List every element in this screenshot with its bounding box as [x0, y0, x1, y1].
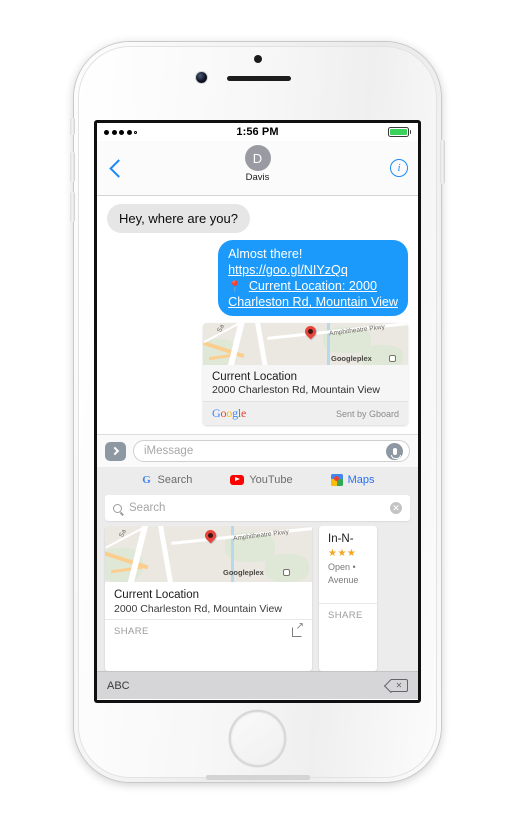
status-bar-clock: 1:56 PM [236, 126, 279, 138]
contact-name: Davis [245, 172, 270, 183]
gboard-panel: G Search YouTube Maps Search ✕ Sa Amphit… [97, 467, 418, 699]
gboard-tab-bar: G Search YouTube Maps [97, 467, 418, 492]
result-card-body-side: In-N- ★★★ Open • Avenue [319, 526, 377, 589]
app-drawer-button[interactable] [105, 441, 126, 461]
tab-youtube-label: YouTube [249, 473, 293, 486]
result-card-body: Current Location 2000 Charleston Rd, Mou… [105, 582, 312, 619]
silent-switch[interactable] [70, 118, 75, 135]
search-input[interactable]: Search ✕ [105, 495, 410, 521]
tab-search[interactable]: G Search [141, 473, 193, 486]
rating-stars-icon: ★★★ [328, 548, 357, 559]
contact-header[interactable]: D Davis [97, 145, 418, 183]
power-button[interactable] [440, 140, 445, 184]
earpiece-speaker [227, 76, 291, 81]
result-card-current-location[interactable]: Sa Amphitheatre Pkwy Googleplex Current … [105, 526, 312, 671]
avatar: D [244, 145, 271, 171]
map-pin-icon [302, 324, 319, 340]
map-poi-label-googleplex: Googleplex [331, 354, 372, 364]
home-button[interactable] [228, 709, 287, 768]
result-card-footer-side: SHARE [319, 603, 377, 627]
message-row-incoming: Hey, where are you? [107, 204, 408, 233]
message-input-field[interactable]: iMessage [133, 440, 410, 462]
result-map-poi-icon [283, 569, 290, 576]
magnifier-icon [113, 503, 122, 513]
map-thumbnail[interactable]: Sa Amphitheatre Pkwy Googleplex [203, 323, 408, 366]
share-button-side[interactable]: SHARE [328, 610, 363, 621]
result-address-line: Avenue [328, 575, 359, 585]
location-text-cont: Charleston Rd, Mountain View [228, 295, 398, 310]
phone-screen: 1:56 PM D Davis i Hey, where are you? Al… [97, 123, 418, 700]
keyboard-bottom-bar: ABC ✕ [97, 671, 418, 699]
conversation-thread: Hey, where are you? Almost there! https:… [97, 196, 418, 434]
volume-up-button[interactable] [70, 152, 75, 182]
google-logo-icon: Google [212, 406, 247, 421]
gboard-search-wrap: Search ✕ [97, 492, 418, 526]
message-input-bar: iMessage [97, 434, 418, 467]
screen-bezel: 1:56 PM D Davis i Hey, where are you? Al… [94, 120, 421, 703]
external-link-icon[interactable] [292, 622, 304, 637]
outgoing-text-line: Almost there! [228, 247, 303, 261]
tab-maps-label: Maps [347, 473, 375, 486]
incoming-message-bubble[interactable]: Hey, where are you? [107, 204, 250, 233]
proximity-sensor-icon [254, 55, 262, 63]
shortlink-url[interactable]: https://goo.gl/NIYzQq [228, 262, 398, 278]
outgoing-message-bubble[interactable]: Almost there! https://goo.gl/NIYzQq 📍 Cu… [218, 240, 408, 317]
search-placeholder: Search [129, 502, 166, 514]
share-button[interactable]: SHARE [114, 626, 149, 637]
tab-search-label: Search [157, 473, 193, 486]
status-bar: 1:56 PM [97, 123, 418, 141]
volume-down-button[interactable] [70, 192, 75, 222]
bottom-antenna-line [206, 775, 310, 780]
message-placeholder: iMessage [144, 445, 194, 457]
map-card-subtitle: 2000 Charleston Rd, Mountain View [212, 384, 380, 397]
map-pin-emoji-icon: 📍 [228, 281, 242, 294]
microphone-icon[interactable] [386, 442, 403, 460]
google-maps-icon [330, 473, 343, 486]
attribution-text: Sent by Gboard [335, 408, 399, 419]
location-map-card[interactable]: Sa Amphitheatre Pkwy Googleplex Current … [203, 323, 408, 426]
result-map-poi-label-googleplex: Googleplex [223, 568, 264, 577]
gboard-results-row[interactable]: Sa Amphitheatre Pkwy Googleplex Current … [97, 526, 418, 671]
youtube-icon [230, 474, 245, 485]
map-poi-icon [389, 355, 396, 363]
front-camera-icon [196, 72, 207, 83]
result-title: Current Location [114, 589, 200, 601]
map-card-body: Current Location 2000 Charleston Rd, Mou… [203, 365, 408, 402]
result-card-footer: SHARE [105, 619, 312, 643]
result-card-in-n-out[interactable]: In-N- ★★★ Open • Avenue SHARE [319, 526, 377, 671]
message-row-outgoing: Almost there! https://goo.gl/NIYzQq 📍 Cu… [107, 240, 408, 317]
backspace-key[interactable]: ✕ [388, 679, 408, 693]
abc-key[interactable]: ABC [107, 680, 130, 692]
map-card-footer: Google Sent by Gboard [203, 401, 408, 426]
navigation-bar: D Davis i [97, 141, 418, 196]
result-subtitle: 2000 Charleston Rd, Mountain View [114, 603, 282, 615]
clear-search-button[interactable]: ✕ [390, 502, 402, 514]
message-row-map-card: Sa Amphitheatre Pkwy Googleplex Current … [107, 323, 408, 426]
result-open-status: Open • [328, 562, 356, 572]
result-map-thumbnail[interactable]: Sa Amphitheatre Pkwy Googleplex [105, 526, 312, 582]
google-g-icon: G [142, 473, 151, 486]
tab-maps[interactable]: Maps [330, 473, 375, 486]
location-text: 📍 Current Location: 2000 [228, 279, 377, 294]
result-title-side: In-N- [328, 533, 354, 545]
screenshot-stage: 1:56 PM D Davis i Hey, where are you? Al… [0, 0, 515, 825]
map-card-title: Current Location [212, 371, 298, 384]
tab-youtube[interactable]: YouTube [230, 473, 293, 486]
